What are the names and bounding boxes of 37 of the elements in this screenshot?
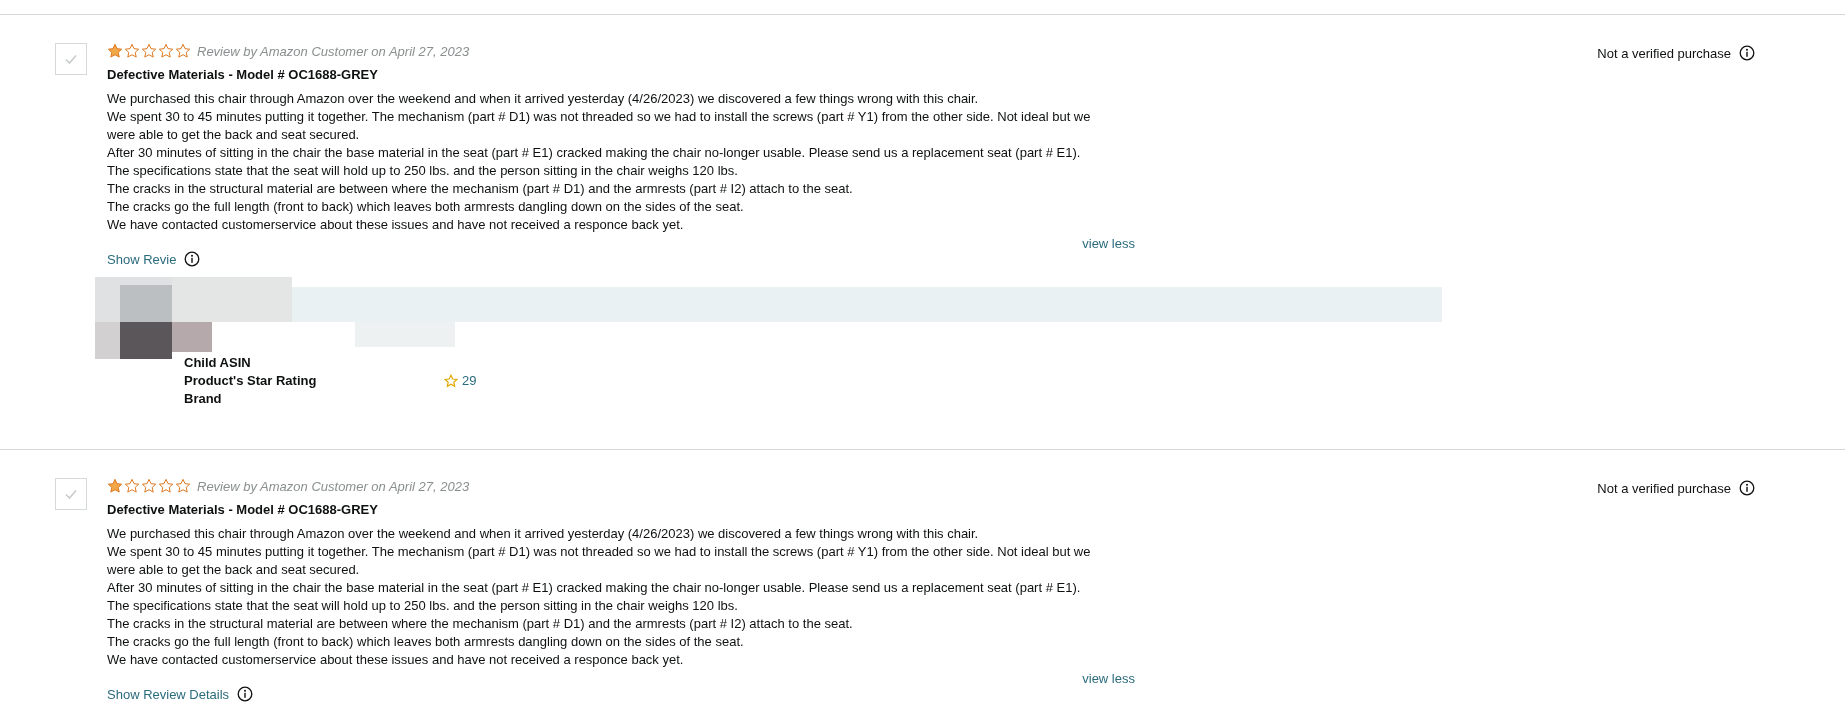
review-text: The specifications state that the seat will hold up to 250 lbs. and the person sitting in the chair weighs 120 lbs.: [107, 162, 739, 180]
review-text: We spent 30 to 45 minutes putting it together. The mechanism (part # D1) was not threaded so we had to install the screws (part # Y1) from the other side. Not ideal but we were able to get the back and seat secured.: [107, 543, 1092, 579]
detail-label: Child ASIN: [184, 355, 252, 370]
review-text: The cracks in the structural material are between where the mechanism (part # D1) and the armrests (part # I2) attach to the seat.: [107, 615, 854, 633]
review-title: Defective Materials - Model # OC1688-GREY: [107, 502, 379, 517]
review-text: The cracks go the full length (front to back) which leaves both armrests dangling down on the sides of the seat.: [107, 198, 745, 216]
info-icon[interactable]: [1739, 480, 1755, 496]
review-text: We purchased this chair through Amazon over the weekend and when it arrived yesterday (4/26/2023) we discovered a few things wrong with this chair.: [107, 90, 980, 108]
review-text: We spent 30 to 45 minutes putting it together. The mechanism (part # D1) was not threaded so we had to install the screws (part # Y1) from the other side. Not ideal but we were able to get the back and seat secured.: [107, 108, 1092, 144]
review-byline: Review by Amazon Customer on April 27, 2023: [197, 478, 470, 494]
review-title: Defective Materials - Model # OC1688-GREY: [107, 67, 379, 82]
filled-star-icon: [107, 43, 123, 59]
detail-label: Brand: [184, 391, 223, 406]
review-text: The cracks in the structural material are between where the mechanism (part # D1) and the armrests (part # I2) attach to the seat.: [107, 180, 854, 198]
info-icon[interactable]: [237, 686, 254, 702]
review-text: After 30 minutes of sitting in the chair the base material in the seat (part # E1) cracked making the chair no-longer usable. Please send us a replacement seat (part # E1).: [107, 144, 1082, 162]
view-less-link[interactable]: view less: [1082, 671, 1135, 686]
review-text: We have contacted customerservice about these issues and have not received a responce back yet.: [107, 216, 685, 234]
checkbox[interactable]: [55, 43, 87, 75]
show-review-details-link[interactable]: Show Review Details: [107, 686, 230, 702]
review-text: The specifications state that the seat will hold up to 250 lbs. and the person sitting in the chair weighs 120 lbs.: [107, 597, 739, 615]
review-text: The cracks go the full length (front to back) which leaves both armrests dangling down on the sides of the seat.: [107, 633, 745, 651]
detail-label: Product's Star Rating: [184, 373, 318, 388]
info-icon[interactable]: [1739, 45, 1755, 61]
review-text: We have contacted customerservice about these issues and have not received a responce back yet.: [107, 651, 685, 669]
show-review-details-link[interactable]: Show Revie: [107, 251, 177, 267]
star-outline-icon: [444, 373, 458, 388]
rating-count: 29: [462, 373, 477, 388]
checkbox[interactable]: [55, 478, 87, 510]
review-byline: Review by Amazon Customer on April 27, 2023: [197, 43, 470, 59]
verification-status: Not a verified purchase: [1597, 480, 1731, 496]
review-text: After 30 minutes of sitting in the chair the base material in the seat (part # E1) cracked making the chair no-longer usable. Please send us a replacement seat (part # E1).: [107, 579, 1082, 597]
view-less-link[interactable]: view less: [1082, 236, 1135, 251]
review-text: We purchased this chair through Amazon over the weekend and when it arrived yesterday (4/26/2023) we discovered a few things wrong with this chair.: [107, 525, 980, 543]
verification-status: Not a verified purchase: [1597, 45, 1731, 61]
info-icon[interactable]: [184, 251, 201, 267]
filled-star-icon: [107, 478, 123, 494]
